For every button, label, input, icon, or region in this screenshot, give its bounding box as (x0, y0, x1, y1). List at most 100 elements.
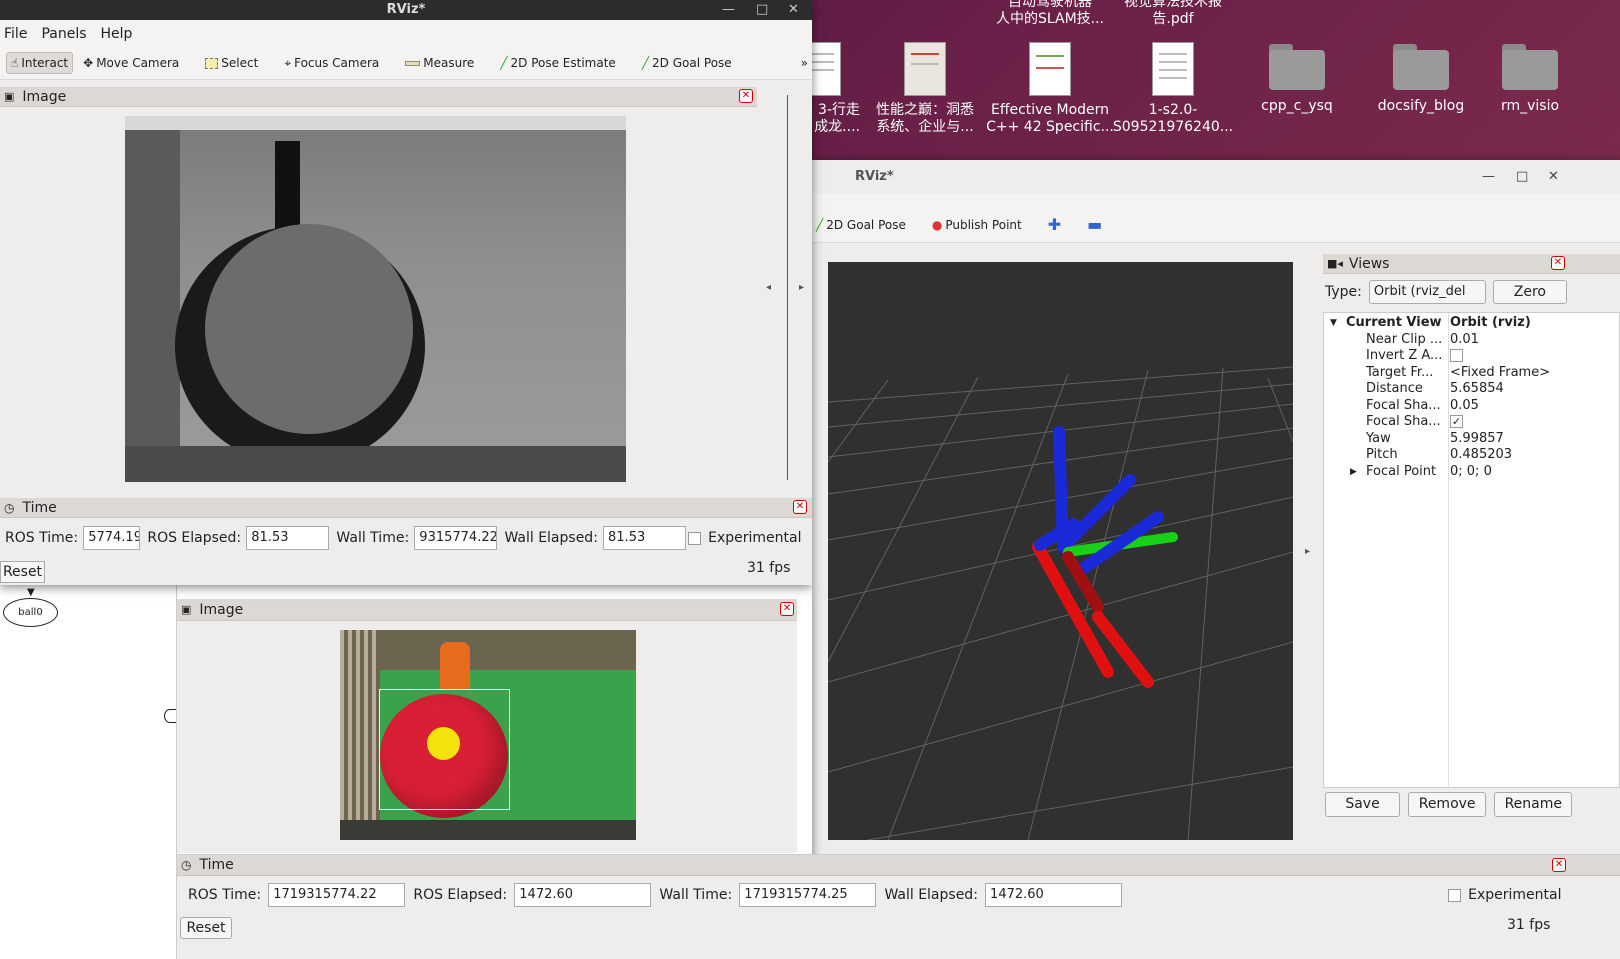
wall-elapsed-field[interactable]: 1472.60 (985, 883, 1123, 907)
tree-row[interactable]: ▶ Focal Point 0; 0; 0 (1324, 464, 1619, 481)
tool-publish-point[interactable]: ● Publish Point (928, 215, 1026, 235)
image-panel-header: ▣ Image ✕ (177, 599, 797, 621)
desktop-file-label[interactable]: 视觉算法技术报 告.pdf (1108, 0, 1238, 28)
ruler-icon (405, 60, 421, 66)
node-graph-area: ▼ ball0 (0, 585, 177, 959)
view-type-select[interactable]: Orbit (rviz_del (1368, 280, 1486, 304)
tree-row[interactable]: Focal Sha... 0.05 (1324, 398, 1619, 415)
experimental-checkbox-row[interactable]: Experimental (688, 530, 802, 546)
zero-button[interactable]: Zero (1492, 280, 1567, 304)
tree-row[interactable]: Invert Z A... (1324, 348, 1619, 365)
pdf-icon (1152, 42, 1194, 96)
tool-2d-goal-pose[interactable]: ╱ 2D Goal Pose (812, 215, 910, 235)
tree-row[interactable]: Near Clip ... 0.01 (1324, 332, 1619, 349)
close-icon[interactable]: ✕ (1548, 160, 1559, 193)
remove-tool-button[interactable]: ▬ (1083, 212, 1106, 237)
tool-bar: ╱ 2D Goal Pose ● Publish Point ✚ ▬ (812, 193, 1620, 243)
image-fence (340, 630, 380, 840)
3d-render-view[interactable] (827, 262, 1294, 841)
ros-elapsed-field[interactable]: 1472.60 (514, 883, 652, 907)
wall-time-field[interactable]: 1719315774.25 (739, 883, 877, 907)
desktop-file-icon[interactable]: 1-s2.0- S09521976240... (1108, 42, 1238, 136)
tool-bar: ☝ Interact ✥ Move Camera Select ⌖ Focus Cam… (0, 47, 812, 80)
experimental-checkbox[interactable] (1448, 888, 1461, 902)
tool-interact[interactable]: ☝ Interact (6, 52, 74, 74)
menu-file[interactable]: File (4, 26, 27, 42)
expand-arrow-icon: ▶ (1350, 466, 1357, 477)
expand-arrow-icon: ▼ (1330, 318, 1337, 328)
menu-panels[interactable]: Panels (41, 26, 86, 42)
wall-elapsed-field[interactable]: 81.53 (603, 526, 687, 550)
detection-center-dot (427, 727, 460, 760)
ros-time-field[interactable]: 1719315774.22 (268, 883, 406, 907)
window-title: RViz* (855, 169, 894, 184)
view-properties-tree: ▼ Current View Orbit (rviz) Near Clip ..… (1323, 312, 1620, 788)
minimize-icon[interactable]: — (722, 0, 735, 20)
panel-close-icon[interactable]: ✕ (739, 89, 753, 103)
add-tool-button[interactable]: ✚ (1044, 212, 1065, 237)
collapse-arrow-icon[interactable]: ▸ (1305, 546, 1310, 557)
minus-icon: ▬ (1087, 215, 1103, 234)
scroll-left-arrow-icon[interactable]: ◂ (766, 282, 771, 293)
tool-move-camera[interactable]: ✥ Move Camera (79, 53, 183, 73)
camera-image (340, 630, 636, 840)
property-checkbox[interactable] (1450, 349, 1463, 362)
minimize-icon[interactable]: — (1482, 160, 1495, 193)
desktop-folder-icon[interactable]: cpp_c_ysq (1232, 44, 1362, 115)
reset-button[interactable]: Reset (180, 917, 232, 939)
maximize-icon[interactable]: □ (756, 0, 768, 20)
graph-node[interactable]: ball0 (3, 598, 58, 627)
maximize-icon[interactable]: □ (1516, 160, 1528, 193)
wall-time-field[interactable]: 9315774.22 (414, 526, 498, 550)
desktop-folder-icon[interactable]: docsify_blog (1356, 44, 1486, 115)
select-icon (205, 57, 219, 69)
tree-row[interactable]: Target Fr... <Fixed Frame> (1324, 365, 1619, 382)
time-fields-row: ROS Time: 1719315774.22 ROS Elapsed: 147… (188, 883, 1123, 907)
close-icon[interactable]: ✕ (788, 0, 799, 20)
scroll-right-arrow-icon[interactable]: ▸ (799, 282, 804, 293)
tree-row[interactable]: Distance 5.65854 (1324, 381, 1619, 398)
tool-2d-pose-estimate[interactable]: ╱ 2D Pose Estimate (496, 53, 620, 73)
experimental-checkbox[interactable] (688, 531, 701, 545)
menu-bar: File Panels Help (0, 20, 812, 47)
property-checkbox[interactable]: ✓ (1450, 415, 1463, 428)
ros-elapsed-field[interactable]: 81.53 (246, 526, 330, 550)
tree-row-header[interactable]: ▼ Current View Orbit (rviz) (1324, 315, 1619, 332)
save-button[interactable]: Save (1325, 792, 1400, 817)
fps-readout: 31 fps (1507, 917, 1551, 933)
remove-button[interactable]: Remove (1408, 792, 1487, 817)
window-title: RViz* (386, 2, 426, 17)
tool-focus-camera[interactable]: ⌖ Focus Camera (280, 53, 383, 74)
graph-node-partial (164, 709, 176, 723)
desktop-file-icon[interactable]: 性能之巅：洞悉 系统、企业与... (860, 42, 990, 136)
panel-close-icon[interactable]: ✕ (793, 500, 807, 514)
rviz-window-right: RViz* — □ ✕ ╱ 2D Goal Pose ● Publish Point… (812, 160, 1620, 959)
arrow-green-icon: ╱ (641, 56, 650, 70)
menu-help[interactable]: Help (101, 26, 133, 42)
desktop-file-label[interactable]: 自动驾驶机器 人中的SLAM技... (985, 0, 1115, 28)
experimental-checkbox-row[interactable]: Experimental (1448, 887, 1562, 903)
desktop-folder-icon[interactable]: rm_visio (1490, 44, 1570, 115)
panel-close-icon[interactable]: ✕ (1552, 858, 1566, 872)
folder-icon (1502, 44, 1558, 90)
image-panel-lower: ▣ Image ✕ (177, 599, 797, 853)
reset-button[interactable]: Reset (0, 561, 45, 583)
tree-row[interactable]: Focal Sha... ✓ (1324, 414, 1619, 431)
tool-2d-goal-pose[interactable]: ╱ 2D Goal Pose (638, 53, 736, 73)
tool-select[interactable]: Select (201, 53, 262, 73)
image-foreground (340, 820, 636, 840)
tree-row[interactable]: Pitch 0.485203 (1324, 447, 1619, 464)
arrow-green-icon: ╱ (500, 56, 508, 70)
desktop-file-icon[interactable]: Effective Modern C++ 42 Specific... (985, 42, 1115, 136)
pdf-icon (1029, 42, 1071, 96)
rename-button[interactable]: Rename (1494, 792, 1573, 817)
tool-measure[interactable]: Measure (401, 53, 478, 73)
tree-row[interactable]: Yaw 5.99857 (1324, 431, 1619, 448)
panel-close-icon[interactable]: ✕ (1551, 256, 1565, 270)
panel-close-icon[interactable]: ✕ (780, 602, 794, 616)
ros-time-field[interactable]: 5774.19 (83, 526, 141, 550)
toolbar-overflow-icon[interactable]: » (801, 56, 808, 70)
clock-icon: ◷ (181, 858, 192, 872)
clock-icon: ◷ (4, 500, 15, 515)
focus-icon: ⌖ (284, 55, 292, 70)
